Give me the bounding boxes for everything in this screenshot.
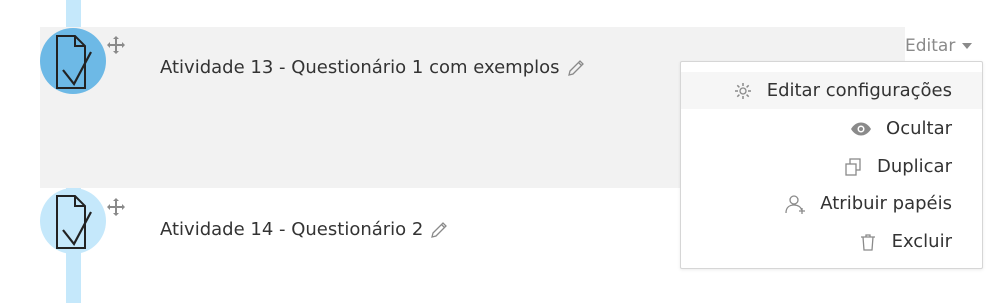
edit-dropdown-menu: Editar configurações Ocultar Duplicar At… <box>680 61 983 269</box>
caret-down-icon <box>962 43 973 49</box>
move-icon[interactable] <box>106 35 126 55</box>
user-icon <box>785 194 806 214</box>
menu-item-hide[interactable]: Ocultar <box>850 110 952 147</box>
move-icon[interactable] <box>106 197 126 217</box>
trash-icon <box>860 233 875 251</box>
gear-icon <box>734 82 751 99</box>
edit-menu-toggle[interactable]: Editar <box>905 36 973 56</box>
eye-icon <box>851 122 872 135</box>
menu-item-delete[interactable]: Excluir <box>858 223 952 260</box>
menu-item-edit-settings[interactable]: Editar configurações <box>681 72 982 109</box>
activity-title[interactable]: Atividade 13 - Questionário 1 com exempl… <box>160 57 586 78</box>
pencil-icon[interactable] <box>429 220 449 240</box>
menu-item-label: Duplicar <box>876 156 952 177</box>
activity-title[interactable]: Atividade 14 - Questionário 2 <box>160 219 449 240</box>
duplicate-icon <box>845 157 861 176</box>
menu-item-label: Ocultar <box>886 118 952 139</box>
menu-item-label: Atribuir papéis <box>820 193 952 214</box>
menu-item-label: Excluir <box>891 231 952 252</box>
menu-item-assign-roles[interactable]: Atribuir papéis <box>784 185 952 222</box>
activity-title-text[interactable]: Atividade 13 - Questionário 1 com exempl… <box>160 57 560 78</box>
quiz-icon[interactable] <box>40 188 106 254</box>
pencil-icon[interactable] <box>566 58 586 78</box>
menu-item-label: Editar configurações <box>766 80 952 101</box>
activity-title-text[interactable]: Atividade 14 - Questionário 2 <box>160 219 423 240</box>
quiz-icon[interactable] <box>40 28 106 94</box>
menu-item-duplicate[interactable]: Duplicar <box>843 148 952 185</box>
edit-menu-label: Editar <box>905 36 956 56</box>
